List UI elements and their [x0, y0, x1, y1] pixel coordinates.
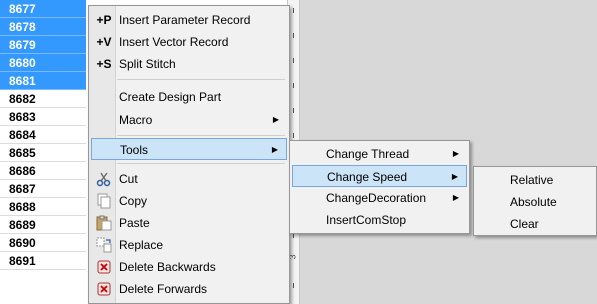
context-menu: +P Insert Parameter Record +V Insert Vec… [88, 5, 290, 304]
change-speed-submenu: Relative Absolute Clear [473, 166, 597, 236]
menu-item-label: Paste [119, 216, 150, 230]
menu-separator [117, 163, 285, 164]
submenu-arrow-icon: ▶ [452, 193, 459, 202]
menu-item-label: Macro [119, 113, 153, 127]
menu-item-insert-vector-record[interactable]: +V Insert Vector Record [91, 31, 287, 53]
list-item[interactable]: 8684 [0, 126, 86, 144]
menu-item-label: Insert Parameter Record [119, 13, 251, 27]
menu-item-delete-backwards[interactable]: Delete Backwards [91, 256, 287, 278]
menu-item-label: Tools [120, 143, 149, 157]
menu-item-label: Split Stitch [119, 57, 176, 71]
copy-icon [97, 193, 111, 209]
submenu-arrow-icon: ▶ [271, 145, 278, 154]
menu-item-insert-com-stop[interactable]: InsertComStop [292, 209, 467, 231]
menu-item-label: Clear [510, 217, 539, 231]
menu-item-tools[interactable]: Tools ▶ [91, 138, 287, 160]
list-item[interactable]: 8685 [0, 144, 86, 162]
list-item[interactable]: 8677 [0, 0, 86, 18]
list-item[interactable]: 8681 [0, 72, 86, 90]
replace-icon [96, 237, 112, 253]
menu-item-paste[interactable]: Paste [91, 212, 287, 234]
menu-item-change-speed[interactable]: Change Speed ▶ [292, 165, 467, 187]
list-item[interactable]: 8680 [0, 54, 86, 72]
menu-item-label: Delete Backwards [119, 260, 216, 274]
submenu-arrow-icon: ▶ [452, 149, 459, 158]
list-item[interactable]: 8691 [0, 252, 86, 270]
list-item[interactable]: 8688 [0, 198, 86, 216]
menu-item-delete-forwards[interactable]: Delete Forwards [91, 278, 287, 300]
list-item[interactable]: 8690 [0, 234, 86, 252]
menu-item-macro[interactable]: Macro ▶ [91, 109, 287, 131]
menu-item-create-design-part[interactable]: Create Design Part [91, 86, 287, 108]
shortcut-label: +S [96, 57, 112, 71]
menu-item-label: Copy [119, 194, 148, 208]
list-item[interactable]: 8686 [0, 162, 86, 180]
menu-separator [117, 135, 285, 136]
menu-item-label: Replace [119, 238, 164, 252]
paste-icon [96, 215, 112, 231]
list-item[interactable]: 8682 [0, 90, 86, 108]
menu-item-label: Insert Vector Record [119, 35, 229, 49]
menu-item-label: ChangeDecoration [326, 191, 427, 205]
menu-item-clear[interactable]: Clear [476, 213, 594, 235]
stitch-record-list[interactable]: 8677 8678 8679 8680 8681 8682 8683 8684 … [0, 0, 88, 304]
shortcut-label: +P [96, 13, 112, 27]
menu-item-split-stitch[interactable]: +S Split Stitch [91, 53, 287, 75]
menu-item-absolute[interactable]: Absolute [476, 191, 594, 213]
menu-item-label: Cut [119, 172, 138, 186]
menu-item-insert-parameter-record[interactable]: +P Insert Parameter Record [91, 9, 287, 31]
delete-forwards-icon [97, 282, 111, 296]
menu-item-label: Delete Forwards [119, 282, 208, 296]
submenu-arrow-icon: ▶ [451, 172, 458, 181]
tools-submenu: Change Thread ▶ Change Speed ▶ ChangeDec… [289, 140, 470, 234]
delete-backwards-icon [97, 260, 111, 274]
menu-item-label: Relative [510, 173, 554, 187]
submenu-arrow-icon: ▶ [272, 115, 279, 124]
menu-item-copy[interactable]: Copy [91, 190, 287, 212]
shortcut-label: +V [96, 35, 112, 49]
menu-item-label: InsertComStop [326, 213, 407, 227]
menu-item-label: Change Speed [327, 170, 408, 184]
menu-item-change-decoration[interactable]: ChangeDecoration ▶ [292, 187, 467, 209]
menu-item-label: Create Design Part [119, 90, 222, 104]
menu-separator [117, 79, 285, 80]
list-item[interactable]: 8678 [0, 18, 86, 36]
menu-item-cut[interactable]: Cut [91, 168, 287, 190]
list-item[interactable]: 8679 [0, 36, 86, 54]
list-item[interactable]: 8689 [0, 216, 86, 234]
menu-item-change-thread[interactable]: Change Thread ▶ [292, 143, 467, 165]
list-item[interactable]: 8683 [0, 108, 86, 126]
scissors-icon [96, 172, 111, 187]
menu-item-replace[interactable]: Replace [91, 234, 287, 256]
menu-item-label: Absolute [510, 195, 557, 209]
menu-item-label: Change Thread [326, 147, 410, 161]
list-item[interactable]: 8687 [0, 180, 86, 198]
menu-item-relative[interactable]: Relative [476, 169, 594, 191]
